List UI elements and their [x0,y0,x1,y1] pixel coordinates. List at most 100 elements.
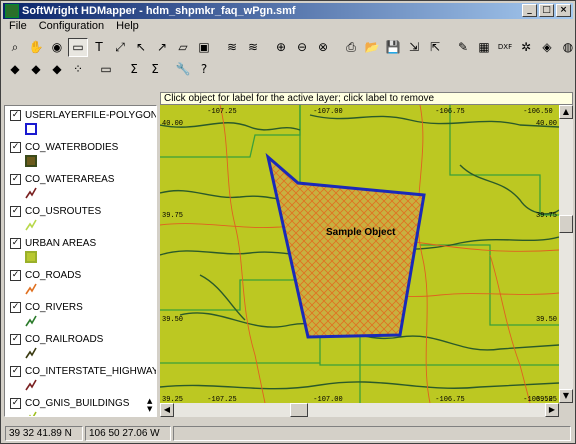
layer-add-icon[interactable]: ◆ [26,60,46,79]
layer-line-swatch[interactable] [24,314,38,328]
scroll-right-button[interactable]: ▶ [545,403,559,417]
layer-checkbox[interactable]: ✓ [10,238,21,249]
layer-item[interactable]: ✓ CO_RAILROADS [5,330,156,362]
layer-checkbox[interactable]: ✓ [10,174,21,185]
status-bar: 39 32 41.89 N 106 50 27.06 W [3,425,573,442]
map-canvas[interactable]: Sample Object -107.25 -107.00 -106.75 -106.… [160,105,559,403]
picture-icon[interactable]: ▣ [194,38,214,57]
horizontal-scroll-thumb[interactable] [290,403,308,417]
select-point-icon[interactable]: ↗ [152,38,172,57]
title-bar[interactable]: SoftWright HDMapper - hdm_shpmkr_faq_wPg… [3,3,573,19]
scroll-left-button[interactable]: ◀ [160,403,174,417]
eye-icon[interactable]: ◉ [47,38,67,57]
zoom-cancel-icon[interactable]: ⊗ [313,38,333,57]
layer-checkbox[interactable]: ✓ [10,206,21,217]
select-arrow-icon[interactable]: ↖ [131,38,151,57]
layer-checkbox[interactable]: ✓ [10,366,21,377]
layer-name[interactable]: CO_WATERBODIES [25,142,118,153]
layer-swatch[interactable] [25,123,37,135]
horizontal-scrollbar[interactable]: ◀ ▶ [160,403,559,417]
maximize-button[interactable]: □ [539,4,554,17]
layer-line-swatch[interactable] [24,378,38,392]
layer-swatch[interactable] [25,155,37,167]
color-palette-icon[interactable]: ◈ [537,38,557,57]
app-icon[interactable] [5,4,19,18]
settings-icon[interactable]: ✲ [516,38,536,57]
open-folder-icon[interactable]: 📂 [362,38,382,57]
layer-item[interactable]: ✓ CO_USROUTES [5,202,156,234]
layers-icon[interactable]: ≋ [222,38,242,57]
tools-icon[interactable]: 🔧 [173,60,193,79]
layer-name[interactable]: URBAN AREAS [25,238,96,249]
layer-item[interactable]: ✓ CO_WATERBODIES [5,138,156,170]
layer-name[interactable]: CO_INTERSTATE_HIGHWAY [25,366,156,377]
layer-item[interactable]: ✓ CO_INTERSTATE_HIGHWAY [5,362,156,394]
print-icon[interactable]: ⎙ [341,38,361,57]
layer-item[interactable]: ✓ URBAN AREAS [5,234,156,266]
zoom-icon[interactable]: ⌕ [5,38,25,57]
close-button[interactable]: × [556,4,571,17]
layer-name[interactable]: CO_RAILROADS [25,334,103,345]
legend-scroll-arrows[interactable]: ▲ ▼ [147,397,155,413]
layer-name[interactable]: CO_WATERAREAS [25,174,114,185]
layer-line-swatch[interactable] [24,218,38,232]
layer-checkbox[interactable]: ✓ [10,398,21,409]
vertical-scrollbar[interactable]: ▲ ▼ [559,105,573,403]
save-icon[interactable]: 💾 [383,38,403,57]
layer-item[interactable]: ✓ CO_GNIS_BUILDINGS [5,394,156,417]
menu-file[interactable]: File [7,20,29,35]
layer-item[interactable]: ✓ CO_RIVERS [5,298,156,330]
layer-name[interactable]: CO_ROADS [25,270,81,281]
label-tool-icon[interactable]: ▭ [68,37,88,57]
edit-record-icon[interactable]: ✎ [453,38,473,57]
layer-line-swatch[interactable] [24,346,38,360]
zoom-in-icon[interactable]: ⊕ [271,38,291,57]
text-tool-icon[interactable]: T [89,38,109,57]
points-icon[interactable]: ⁘ [68,60,88,79]
status-latitude: 39 32 41.89 N [5,426,83,441]
layer-item[interactable]: ✓ USERLAYERFILE-POLYGON [5,106,156,138]
layer-checkbox[interactable]: ✓ [10,270,21,281]
layer-color-icon[interactable]: ◆ [47,60,67,79]
globe-icon[interactable]: ◍ [558,38,576,57]
minimize-button[interactable]: _ [522,4,537,17]
coordinate-label: 39.50 [162,316,183,324]
import-icon[interactable]: ⇲ [404,38,424,57]
label-add-icon[interactable]: ▭ [96,60,116,79]
layer-item[interactable]: ✓ CO_WATERAREAS [5,170,156,202]
sum-icon[interactable]: Σ [124,60,144,79]
hand-pan-icon[interactable]: ✋ [26,38,46,57]
layer-line-swatch[interactable] [24,186,38,200]
vertical-scroll-thumb[interactable] [559,215,573,233]
layer-name[interactable]: CO_GNIS_BUILDINGS [25,398,129,409]
layer-checkbox[interactable]: ✓ [10,110,21,121]
layer-swatch[interactable] [25,251,37,263]
menu-configuration[interactable]: Configuration [37,20,106,35]
layer-name[interactable]: USERLAYERFILE-POLYGON [25,110,156,121]
layer-checkbox[interactable]: ✓ [10,302,21,313]
menu-help[interactable]: Help [114,20,141,35]
area-icon[interactable]: ▱ [173,38,193,57]
database-icon[interactable]: ▦ [474,38,494,57]
layer-checkbox[interactable]: ✓ [10,334,21,345]
object-label[interactable]: Sample Object [326,227,396,238]
layer-item[interactable]: ✓ CO_ROADS [5,266,156,298]
dxf-icon[interactable]: DXF [495,38,515,57]
layer-checkbox[interactable]: ✓ [10,142,21,153]
map-view[interactable]: Sample Object -107.25 -107.00 -106.75 -106.… [160,105,559,403]
export-icon[interactable]: ⇱ [425,38,445,57]
scroll-up-button[interactable]: ▲ [559,105,573,119]
scroll-down-button[interactable]: ▼ [559,389,573,403]
sum-select-icon[interactable]: Σ [145,60,165,79]
layer-line-swatch[interactable] [24,282,38,296]
layer-name[interactable]: CO_RIVERS [25,302,83,313]
measure-icon[interactable]: ⤢ [110,38,130,57]
coordinate-label: -106.75 [435,108,464,116]
coordinate-label: -106.75 [435,396,464,403]
layer-line-swatch[interactable] [24,410,38,417]
help-icon[interactable]: ? [194,60,214,79]
zoom-out-icon[interactable]: ⊖ [292,38,312,57]
layer-style-icon[interactable]: ◆ [5,60,25,79]
layer-name[interactable]: CO_USROUTES [25,206,101,217]
layers-edit-icon[interactable]: ≋ [243,38,263,57]
